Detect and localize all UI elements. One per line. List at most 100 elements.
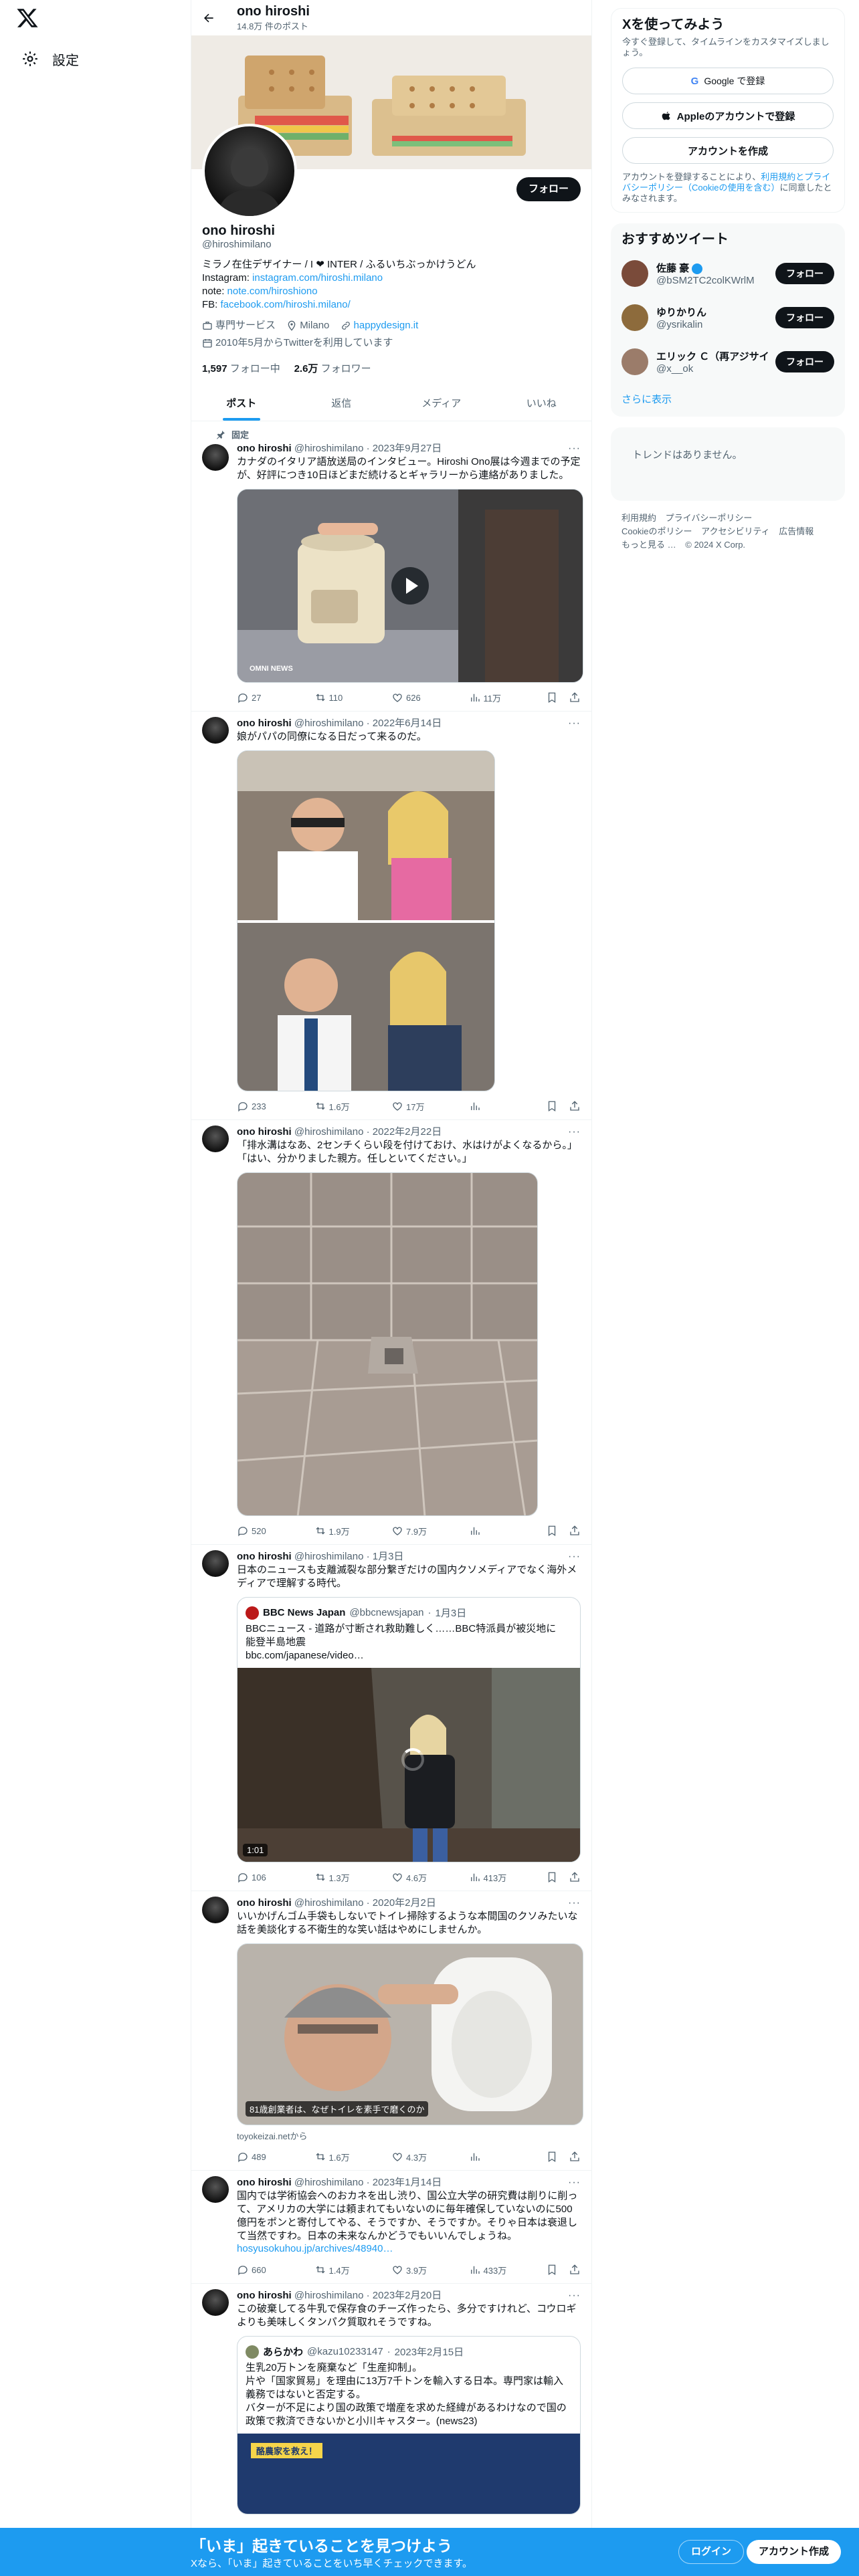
like-button[interactable]: 17万 [391,1100,458,1113]
tweet-date[interactable]: 2023年1月14日 [373,2177,442,2188]
like-button[interactable]: 7.9万 [391,1525,458,1537]
tweet-author-name[interactable]: ono hiroshi [237,1126,292,1138]
views-button[interactable] [469,2151,536,2163]
repost-button[interactable]: 1.6万 [314,2151,381,2163]
share-icon[interactable] [569,1525,581,1537]
recommended-follow-button[interactable]: フォロー [775,351,834,372]
tweet[interactable]: ono hiroshi @hiroshimilano · 2022年6月14日 ·… [191,712,591,1120]
bookmark-icon[interactable] [546,691,558,704]
google-signup-button[interactable]: G Google で登録 [622,68,834,94]
bookmark-icon[interactable] [546,1100,558,1112]
more-options-icon[interactable]: ··· [568,1897,581,1910]
tweet[interactable]: ono hiroshi @hiroshimilano · 1月3日 ··· 日本の… [191,1545,591,1891]
bookmark-icon[interactable] [546,1525,558,1537]
like-button[interactable]: 4.6万 [391,1871,458,1884]
tweet[interactable]: 固定 ono hiroshi @hiroshimilano · 2023年9月2… [191,421,591,712]
tweet-photo[interactable] [237,1172,538,1516]
footer-link[interactable]: もっと見る … [622,540,676,550]
footer-link[interactable]: アクセシビリティ [701,526,770,536]
bookmark-icon[interactable] [546,2151,558,2163]
tab-likes[interactable]: いいね [492,386,592,421]
tweet-author-handle[interactable]: @hiroshimilano [294,443,364,454]
more-options-icon[interactable]: ··· [568,2289,581,2302]
signup-button[interactable]: アカウント作成 [747,2540,842,2564]
tweet-author-handle[interactable]: @hiroshimilano [294,1551,364,1562]
website-link[interactable]: happydesign.it [354,318,419,333]
share-icon[interactable] [569,2151,581,2163]
tweet[interactable]: ono hiroshi @hiroshimilano · 2022年2月22日 ·… [191,1120,591,1545]
x-logo-icon[interactable] [16,7,43,33]
views-button[interactable]: 11万 [469,691,536,704]
link-source[interactable]: toyokeizai.netから [237,2129,581,2142]
tweet-date[interactable]: 2020年2月2日 [373,1897,436,1909]
share-icon[interactable] [569,1100,581,1112]
reply-button[interactable]: 106 [237,1871,304,1883]
recommended-user[interactable]: 佐藤 豪 @bSM2TC2colKWrlM フォロー [622,251,834,296]
tweet-author-handle[interactable]: @hiroshimilano [294,2290,364,2301]
tweet-author-handle[interactable]: @hiroshimilano [294,1126,364,1138]
back-arrow-icon[interactable] [202,11,215,25]
like-button[interactable]: 626 [391,691,458,704]
tweet[interactable]: ono hiroshi @hiroshimilano · 2023年2月20日 ·… [191,2284,591,2520]
footer-link[interactable]: 広告情報 [779,526,814,536]
tweet-author-name[interactable]: ono hiroshi [237,2177,292,2188]
more-options-icon[interactable]: ··· [568,442,581,455]
repost-button[interactable]: 1.9万 [314,1525,381,1537]
tweet-author-handle[interactable]: @hiroshimilano [294,2177,364,2188]
tweet-video[interactable]: OMNI NEWS [237,489,583,683]
recommended-user[interactable]: ゆりかりん @ysrikalin フォロー [622,296,834,340]
instagram-link[interactable]: instagram.com/hiroshi.milano [252,272,383,284]
views-button[interactable]: 433万 [469,2264,536,2276]
tweet-author-name[interactable]: ono hiroshi [237,2290,292,2301]
tweet-link[interactable]: hosyusokuhou.jp/archives/48940… [237,2243,393,2254]
tweet-author-handle[interactable]: @hiroshimilano [294,718,364,729]
recommended-user[interactable]: エリック Ｃ（再アジサイ @x__ok フォロー [622,340,834,384]
recommended-follow-button[interactable]: フォロー [775,263,834,284]
more-options-icon[interactable]: ··· [568,2176,581,2189]
quoted-tweet[interactable]: BBC News Japan @bbcnewsjapan · 1月3日 BBCニ… [237,1597,581,1862]
play-button-icon[interactable] [391,567,429,605]
share-icon[interactable] [569,1871,581,1883]
profile-avatar[interactable] [202,124,297,219]
tweet[interactable]: ono hiroshi @hiroshimilano · 2020年2月2日 ··… [191,1891,591,2171]
follow-button[interactable]: フォロー [516,177,581,201]
settings-nav-item[interactable]: 設定 [16,44,84,74]
tweet-date[interactable]: 2023年2月20日 [373,2290,442,2301]
following-link[interactable]: 1,597 フォロー中 [202,363,280,374]
tweet-avatar[interactable] [202,2289,229,2316]
repost-button[interactable]: 110 [314,691,381,704]
tweet[interactable]: ono hiroshi @hiroshimilano · 2023年1月14日 ·… [191,2171,591,2284]
recommended-follow-button[interactable]: フォロー [775,307,834,328]
footer-link[interactable]: プライバシーポリシー [666,513,753,523]
bookmark-icon[interactable] [546,2264,558,2276]
share-icon[interactable] [569,2264,581,2276]
quote-video[interactable]: 1:01 [237,1668,580,1862]
quote-media[interactable]: 酪農家を救え！ [237,2434,580,2514]
tweet-avatar[interactable] [202,717,229,744]
views-button[interactable] [469,1525,536,1537]
more-options-icon[interactable]: ··· [568,1125,581,1139]
footer-link[interactable]: Cookieのポリシー [622,526,692,536]
tweet-date[interactable]: 2022年6月14日 [373,718,442,729]
login-button[interactable]: ログイン [678,2540,745,2564]
followers-link[interactable]: 2.6万 フォロワー [294,363,371,374]
repost-button[interactable]: 1.6万 [314,1100,381,1113]
apple-signup-button[interactable]: Appleのアカウントで登録 [622,102,834,129]
tweet-avatar[interactable] [202,2176,229,2203]
show-more-link[interactable]: さらに表示 [622,384,834,409]
tweet-author-name[interactable]: ono hiroshi [237,443,292,454]
tweet-date[interactable]: 2022年2月22日 [373,1126,442,1138]
tweet-avatar[interactable] [202,1897,229,1923]
tweet-author-name[interactable]: ono hiroshi [237,718,292,729]
bookmark-icon[interactable] [546,1871,558,1883]
reply-button[interactable]: 660 [237,2264,304,2276]
tweet-photo-grid[interactable] [237,750,495,1091]
tweet-avatar[interactable] [202,444,229,471]
link-card-image[interactable]: 81歳創業者は、なぜトイレを素手で磨くのか [237,1943,583,2125]
tweet-author-name[interactable]: ono hiroshi [237,1897,292,1909]
tweet-author-handle[interactable]: @hiroshimilano [294,1897,364,1909]
more-options-icon[interactable]: ··· [568,1550,581,1564]
like-button[interactable]: 3.9万 [391,2264,458,2276]
tweet-date[interactable]: 2023年9月27日 [373,443,442,454]
reply-button[interactable]: 233 [237,1100,304,1112]
